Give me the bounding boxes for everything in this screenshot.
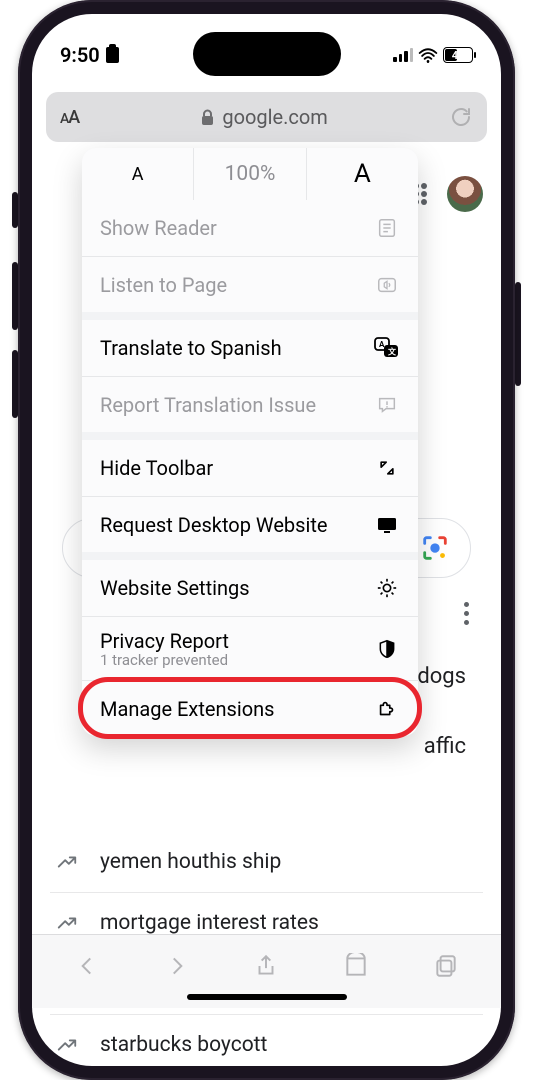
privacy-report-item[interactable]: Privacy Report 1 tracker prevented <box>82 616 418 680</box>
battery-icon: 42 <box>443 47 473 63</box>
svg-text:A: A <box>379 340 385 349</box>
account-avatar[interactable] <box>447 176 483 212</box>
share-button[interactable] <box>241 946 291 986</box>
reader-icon <box>374 215 400 241</box>
text-size-value: 100% <box>194 148 306 200</box>
report-bubble-icon <box>374 392 400 418</box>
request-desktop-item[interactable]: Request Desktop Website <box>82 496 418 552</box>
trending-up-icon <box>56 1034 78 1056</box>
translate-icon: A文 <box>374 335 400 361</box>
desktop-icon <box>374 512 400 538</box>
tabs-button[interactable] <box>421 946 471 986</box>
website-settings-item[interactable]: Website Settings <box>82 560 418 616</box>
forward-button[interactable] <box>152 946 202 986</box>
google-lens-icon[interactable] <box>420 533 450 563</box>
trending-item[interactable]: starbucks boycott <box>50 1015 483 1066</box>
privacy-report-subtitle: 1 tracker prevented <box>100 651 229 669</box>
puzzle-piece-icon <box>374 696 400 722</box>
phone-screen: 9:50 42 AA <box>32 14 501 1066</box>
gear-icon <box>374 575 400 601</box>
url-bar[interactable]: AA google.com <box>46 92 487 142</box>
dynamic-island <box>193 32 341 76</box>
reload-button[interactable] <box>449 105 473 129</box>
wifi-icon <box>418 48 438 63</box>
back-button[interactable] <box>62 946 112 986</box>
bookmarks-button[interactable] <box>331 946 381 986</box>
show-reader-item[interactable]: Show Reader <box>82 200 418 256</box>
more-menu-icon[interactable] <box>454 592 479 635</box>
shield-icon <box>374 636 400 662</box>
trending-up-icon <box>56 851 78 873</box>
hide-toolbar-item[interactable]: Hide Toolbar <box>82 440 418 496</box>
translate-item[interactable]: Translate to Spanish A文 <box>82 320 418 376</box>
svg-text:文: 文 <box>388 347 397 357</box>
text-size-decrease-button[interactable]: A <box>82 148 194 200</box>
text-size-increase-button[interactable]: A <box>307 148 418 200</box>
lock-icon <box>200 109 215 126</box>
fullscreen-icon <box>374 455 400 481</box>
id-card-icon <box>106 47 119 63</box>
trending-item[interactable]: yemen houthis ship <box>50 832 483 893</box>
status-time: 9:50 <box>60 43 100 67</box>
trending-up-icon <box>56 912 78 934</box>
listen-to-page-item[interactable]: Listen to Page <box>82 256 418 312</box>
speaker-icon <box>374 272 400 298</box>
cellular-signal-icon <box>393 48 413 62</box>
page-settings-popover: A 100% A Show Reader Listen to Page <box>82 148 418 736</box>
url-domain: google.com <box>222 105 327 129</box>
home-indicator[interactable] <box>187 994 347 1000</box>
phone-frame: 9:50 42 AA <box>18 0 515 1080</box>
page-format-button[interactable]: AA <box>60 107 79 128</box>
partial-text: affic <box>424 734 466 759</box>
manage-extensions-item[interactable]: Manage Extensions <box>82 680 418 736</box>
report-translation-item[interactable]: Report Translation Issue <box>82 376 418 432</box>
